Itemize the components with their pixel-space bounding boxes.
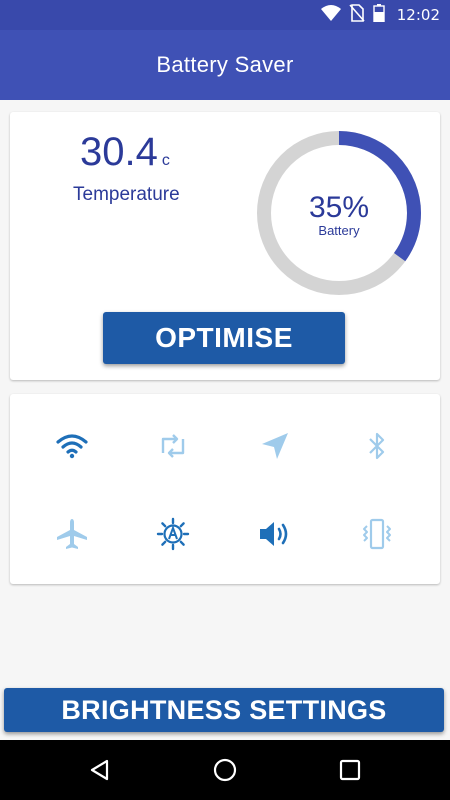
toggle-bluetooth[interactable]: [347, 416, 407, 476]
brightness-settings-button[interactable]: BRIGHTNESS SETTINGS: [4, 688, 444, 732]
sync-icon: [161, 434, 185, 458]
recents-icon: [339, 759, 361, 781]
optimise-button[interactable]: OPTIMISE: [103, 312, 345, 364]
sound-icon: [260, 522, 288, 546]
app-title: Battery Saver: [156, 52, 294, 77]
vibrate-icon: [363, 518, 391, 550]
temperature-label: Temperature: [73, 184, 180, 205]
auto-brightness-icon: [156, 517, 190, 551]
toggle-airplane-mode[interactable]: [42, 504, 102, 564]
wifi-icon: [56, 434, 88, 459]
airplane-icon: [57, 519, 87, 549]
back-button[interactable]: [84, 755, 114, 785]
battery-icon: [373, 3, 385, 27]
temperature-value: 30.4: [80, 130, 158, 174]
back-icon: [90, 759, 109, 781]
temperature-readout: 30.4 c: [80, 130, 170, 175]
home-icon: [213, 758, 237, 782]
navigation-bar: [0, 740, 450, 800]
temperature-unit: c: [161, 152, 170, 169]
toggle-wifi[interactable]: [42, 416, 102, 476]
app-bar: Battery Saver: [0, 30, 450, 100]
toggle-sound[interactable]: [245, 504, 305, 564]
home-button[interactable]: [210, 755, 240, 785]
toggle-sync[interactable]: [143, 416, 203, 476]
quick-toggles-card: [10, 394, 440, 584]
status-time: 12:02: [396, 6, 440, 24]
battery-gauge-text: 35% Battery: [254, 128, 424, 298]
status-icons: 12:02: [320, 3, 440, 27]
toggle-auto-brightness[interactable]: [143, 504, 203, 564]
recents-button[interactable]: [335, 755, 365, 785]
location-icon: [262, 433, 288, 459]
bluetooth-icon: [369, 432, 385, 460]
no-sim-icon: [349, 3, 365, 27]
status-bar: 12:02: [0, 0, 450, 30]
battery-label: Battery: [318, 223, 360, 238]
wifi-icon: [320, 4, 341, 26]
battery-status-card: 30.4 c Temperature 35% Battery OPTIMISE: [10, 112, 440, 380]
battery-percent: 35%: [308, 191, 370, 224]
toggle-vibrate[interactable]: [347, 504, 407, 564]
toggle-location[interactable]: [245, 416, 305, 476]
